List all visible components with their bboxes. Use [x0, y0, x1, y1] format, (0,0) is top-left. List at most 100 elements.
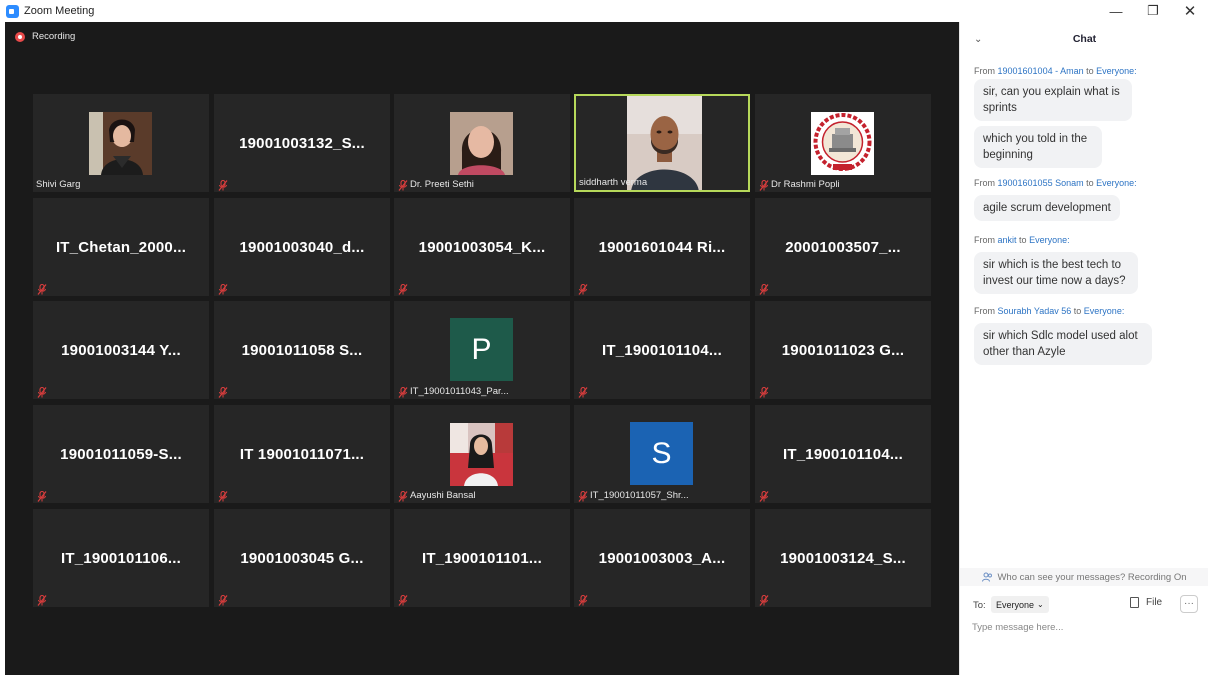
zoom-logo-icon — [6, 4, 19, 18]
chat-message-bubble[interactable]: sir, can you explain what is sprints — [974, 79, 1132, 121]
maximize-button[interactable]: ❐ — [1135, 0, 1171, 22]
participant-tile[interactable]: P IT_19001011043_Par... — [394, 301, 570, 399]
participant-name: 19001003124_S... — [780, 549, 906, 567]
participant-tile[interactable]: Dr. Preeti Sethi — [394, 94, 570, 192]
participant-name: 20001003507_... — [785, 238, 901, 256]
participant-photo — [450, 423, 513, 486]
more-options-button[interactable]: ··· — [1180, 595, 1198, 613]
muted-mic-icon — [398, 385, 408, 398]
participant-name: 19001011058 S... — [241, 341, 363, 359]
chat-message-input[interactable] — [972, 618, 1197, 636]
participant-tile[interactable]: IT 19001011071... — [214, 405, 390, 503]
privacy-note-text: Who can see your messages? Recording On — [997, 571, 1187, 583]
participant-tile[interactable]: 19001003003_A... — [574, 509, 750, 607]
participant-name: IT_1900101101... — [422, 549, 542, 567]
participant-name: 19001601044 Ri... — [598, 238, 726, 256]
sender-name[interactable]: Sourabh Yadav 56 — [998, 306, 1072, 316]
minimize-button[interactable]: — — [1098, 0, 1134, 22]
participant-name: Aayushi Bansal — [410, 490, 476, 501]
message-sender-line: From 19001601004 - Aman to Everyone: — [974, 66, 1137, 76]
participant-name: siddharth verma — [579, 177, 648, 188]
participant-tile[interactable]: Shivi Garg — [33, 94, 209, 192]
participant-name: 19001003045 G... — [240, 549, 364, 567]
participant-photo — [450, 112, 513, 175]
message-sender-line: From 19001601055 Sonam to Everyone: — [974, 178, 1137, 188]
from-label: From — [974, 66, 995, 76]
participant-name: IT_1900101104... — [783, 445, 903, 463]
participant-tile[interactable]: 19001003054_K... — [394, 198, 570, 296]
participant-tile[interactable]: 20001003507_... — [755, 198, 931, 296]
participant-tile[interactable]: 19001003124_S... — [755, 509, 931, 607]
sender-name[interactable]: ankit — [998, 235, 1017, 245]
muted-mic-icon — [578, 385, 588, 398]
from-label: From — [974, 178, 995, 188]
recipient-dropdown[interactable]: Everyone ⌄ — [991, 596, 1049, 613]
muted-mic-icon — [37, 282, 47, 295]
participant-tile[interactable]: 19001003045 G... — [214, 509, 390, 607]
participant-tile[interactable]: 19001011023 G... — [755, 301, 931, 399]
muted-mic-icon — [218, 593, 228, 606]
participant-name: IT_19001011043_Par... — [410, 386, 509, 397]
to-label: To: — [973, 600, 986, 611]
people-icon — [982, 572, 993, 582]
to-label: to — [1086, 178, 1094, 188]
participant-name: 19001003132_S... — [239, 134, 365, 152]
muted-mic-icon — [759, 385, 769, 398]
muted-mic-icon — [37, 385, 47, 398]
muted-mic-icon — [37, 489, 47, 502]
chevron-down-icon: ⌄ — [1037, 600, 1044, 609]
participant-tile[interactable]: IT_1900101106... — [33, 509, 209, 607]
participant-name: 19001003040_d... — [239, 238, 365, 256]
close-button[interactable]: ✕ — [1172, 0, 1208, 22]
participant-tile[interactable]: IT_1900101104... — [574, 301, 750, 399]
participant-name: IT_1900101106... — [61, 549, 181, 567]
participant-tile[interactable]: 19001011058 S... — [214, 301, 390, 399]
participant-tile[interactable]: Dr Rashmi Popli — [755, 94, 931, 192]
sender-name[interactable]: 19001601055 Sonam — [998, 178, 1084, 188]
participant-tile[interactable]: 19001003144 Y... — [33, 301, 209, 399]
participant-photo — [811, 112, 874, 175]
muted-mic-icon — [218, 489, 228, 502]
recipient-name: Everyone: — [1096, 178, 1137, 188]
letter-avatar: P — [450, 318, 513, 381]
muted-mic-icon — [218, 282, 228, 295]
participant-tile[interactable]: siddharth verma — [574, 94, 750, 192]
participant-tile[interactable]: IT_1900101104... — [755, 405, 931, 503]
participant-tile[interactable]: Aayushi Bansal — [394, 405, 570, 503]
participant-name: Dr Rashmi Popli — [771, 179, 840, 190]
file-button[interactable]: File — [1130, 597, 1162, 608]
participant-name: Shivi Garg — [36, 179, 81, 190]
chat-message-bubble[interactable]: sir which is the best tech to invest our… — [974, 252, 1138, 294]
muted-mic-icon — [218, 385, 228, 398]
file-label: File — [1146, 597, 1163, 608]
participant-tile[interactable]: IT_Chetan_2000... — [33, 198, 209, 296]
chat-message-bubble[interactable]: which you told in the beginning — [974, 126, 1102, 168]
participant-tile[interactable]: S IT_19001011057_Shr... — [574, 405, 750, 503]
muted-mic-icon — [759, 282, 769, 295]
privacy-note[interactable]: Who can see your messages? Recording On — [960, 568, 1208, 586]
participant-tile[interactable]: 19001011059-S... — [33, 405, 209, 503]
message-sender-line: From ankit to Everyone: — [974, 235, 1070, 245]
gallery-view: Recording Shivi Garg 19001003132_S... Dr. … — [5, 22, 959, 675]
recipient-name: Everyone: — [1083, 306, 1125, 316]
letter-avatar: S — [630, 422, 693, 485]
muted-mic-icon — [37, 593, 47, 606]
chat-panel: ⌄ Chat From 19001601004 - Aman to Everyo… — [959, 22, 1208, 675]
participant-name: Dr. Preeti Sethi — [410, 179, 474, 190]
participant-name: 19001003054_K... — [418, 238, 546, 256]
recording-icon — [15, 31, 25, 42]
recipient-value: Everyone — [996, 599, 1035, 610]
chat-message-bubble[interactable]: sir which Sdlc model used alot other tha… — [974, 323, 1152, 365]
recording-indicator[interactable]: Recording — [15, 31, 75, 42]
muted-mic-icon — [398, 178, 408, 191]
chat-title: Chat — [1072, 33, 1097, 45]
recipient-name: Everyone: — [1029, 235, 1070, 245]
participant-tile[interactable]: 19001003132_S... — [214, 94, 390, 192]
participant-tile[interactable]: IT_1900101101... — [394, 509, 570, 607]
chat-message-bubble[interactable]: agile scrum development — [974, 195, 1120, 221]
participant-photo — [89, 112, 152, 175]
sender-name[interactable]: 19001601004 - Aman — [998, 66, 1084, 76]
participant-name: IT_1900101104... — [602, 341, 722, 359]
participant-tile[interactable]: 19001601044 Ri... — [574, 198, 750, 296]
participant-tile[interactable]: 19001003040_d... — [214, 198, 390, 296]
